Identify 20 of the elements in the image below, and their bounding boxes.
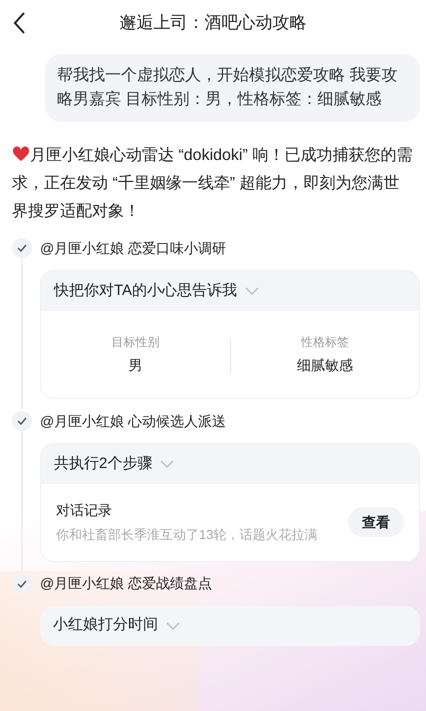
field-label: 性格标签 [300,334,349,351]
page-title: 邂逅上司：酒吧心动攻略 [118,12,308,34]
card-title[interactable]: 小红娘打分时间 [53,614,158,637]
field-value: 男 [128,356,142,375]
step-title: @月匣小红娘 心动候选人派送 [40,412,226,430]
field-label: 目标性别 [111,334,160,351]
record-detail: 你和社畜部长季淮互动了13轮，话题火花拉满 [56,526,318,544]
step-title: @月匣小红娘 恋爱战绩盘点 [40,574,212,593]
card-title[interactable]: 共执行2个步骤 [54,452,152,476]
chevron-down-icon [166,622,180,630]
field-value: 细腻敏感 [296,356,353,375]
reply-message: 月匣小红娘心动雷达 “dokidoki” 响！已成功捕获您的需求，正在发动 “千里姻缘一线牵” 超能力，即刻为您满世界搜罗适配对象！ [12,145,414,222]
chevron-down-icon [245,287,260,295]
step-title: @月匣小红娘 恋爱口味小调研 [40,238,226,258]
view-button[interactable]: 查看 [348,507,404,538]
heart-icon [12,146,30,162]
back-icon[interactable] [12,11,26,35]
record-title: 对话记录 [56,501,113,520]
user-message: 帮我找一个虚拟恋人，开始模拟恋爱攻略 我要攻略男嘉宾 目标性别：男，性格标签：细腻敏感 [45,54,420,122]
chevron-down-icon [160,460,174,468]
